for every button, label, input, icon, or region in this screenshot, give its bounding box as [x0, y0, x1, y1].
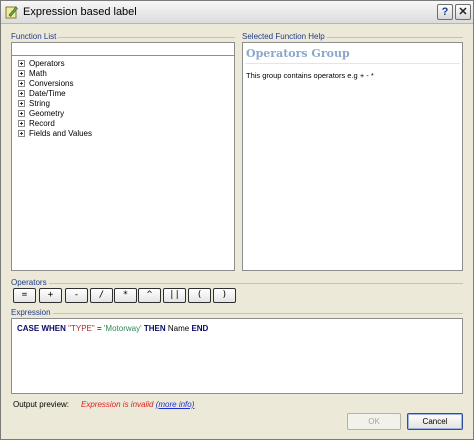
operator-minus-button[interactable]: - — [65, 288, 88, 303]
tree-item-fields-and-values[interactable]: Fields and Values — [18, 129, 92, 139]
expand-plus-icon[interactable] — [18, 70, 25, 77]
more-info-link[interactable]: (more info) — [156, 400, 195, 409]
operator-plus-button[interactable]: + — [39, 288, 62, 303]
expression-divider — [11, 313, 463, 314]
help-title: Operators Group — [246, 47, 350, 60]
tree-item-label: Fields and Values — [29, 129, 92, 138]
tree-item-record[interactable]: Record — [18, 119, 55, 129]
function-tree[interactable]: Operators Math Conversions Date/Time Str… — [11, 56, 235, 271]
field-reference: "TYPE" — [68, 324, 95, 333]
expand-plus-icon[interactable] — [18, 100, 25, 107]
expand-plus-icon[interactable] — [18, 60, 25, 67]
window-title: Expression based label — [23, 6, 137, 18]
tree-item-label: Operators — [29, 59, 65, 68]
operator-power-button[interactable]: ^ — [138, 288, 161, 303]
expand-plus-icon[interactable] — [18, 90, 25, 97]
function-search-input[interactable] — [11, 42, 235, 56]
keyword-end: END — [191, 324, 209, 333]
tree-item-label: String — [29, 99, 50, 108]
help-title-separator — [245, 63, 460, 64]
expression-label: Expression — [11, 308, 53, 317]
output-preview-label: Output preview: — [13, 400, 70, 409]
output-preview-message: Expression is invalid (more info) — [81, 400, 194, 409]
equals-operator: = — [96, 324, 102, 333]
tree-item-conversions[interactable]: Conversions — [18, 79, 73, 89]
string-literal: 'Motorway' — [103, 324, 142, 333]
operator-multiply-button[interactable]: * — [114, 288, 137, 303]
dialog-window: Expression based label ? ✕ Function List… — [0, 0, 474, 440]
expression-editor[interactable]: CASE WHEN "TYPE" = 'Motorway' THEN Name … — [11, 318, 463, 394]
operators-divider — [11, 283, 463, 284]
expression-text: CASE WHEN "TYPE" = 'Motorway' THEN Name … — [17, 324, 208, 333]
operator-divide-button[interactable]: / — [90, 288, 113, 303]
close-button[interactable]: ✕ — [455, 4, 471, 20]
expand-plus-icon[interactable] — [18, 80, 25, 87]
tree-item-label: Geometry — [29, 109, 65, 118]
tree-item-math[interactable]: Math — [18, 69, 47, 79]
keyword-when: WHEN — [41, 324, 66, 333]
tree-item-label: Conversions — [29, 79, 74, 88]
keyword-case: CASE — [17, 324, 40, 333]
tree-item-geometry[interactable]: Geometry — [18, 109, 64, 119]
tree-item-label: Date/Time — [29, 89, 66, 98]
keyword-then: THEN — [143, 324, 166, 333]
operator-equals-button[interactable]: = — [13, 288, 36, 303]
operator-close-paren-button[interactable]: ) — [213, 288, 236, 303]
tree-item-label: Record — [29, 119, 55, 128]
tree-item-string[interactable]: String — [18, 99, 50, 109]
expand-plus-icon[interactable] — [18, 120, 25, 127]
tree-item-operators[interactable]: Operators — [18, 59, 65, 69]
cancel-button[interactable]: Cancel — [407, 413, 463, 430]
invalid-expression-text: Expression is invalid — [81, 400, 154, 409]
operator-open-paren-button[interactable]: ( — [188, 288, 211, 303]
help-text: This group contains operators e.g + - * — [246, 71, 374, 80]
title-bar: Expression based label ? ✕ — [1, 1, 473, 24]
function-list-label: Function List — [11, 32, 59, 41]
tree-item-label: Math — [29, 69, 47, 78]
tree-item-datetime[interactable]: Date/Time — [18, 89, 66, 99]
expand-plus-icon[interactable] — [18, 110, 25, 117]
column-name: Name — [167, 324, 190, 333]
expand-plus-icon[interactable] — [18, 130, 25, 137]
operator-concat-button[interactable]: || — [163, 288, 186, 303]
operators-label: Operators — [11, 278, 49, 287]
help-panel: Operators Group This group contains oper… — [242, 42, 463, 271]
help-group-label: Selected Function Help — [242, 32, 327, 41]
help-button[interactable]: ? — [437, 4, 453, 20]
app-icon — [5, 6, 18, 19]
ok-button[interactable]: OK — [347, 413, 401, 430]
